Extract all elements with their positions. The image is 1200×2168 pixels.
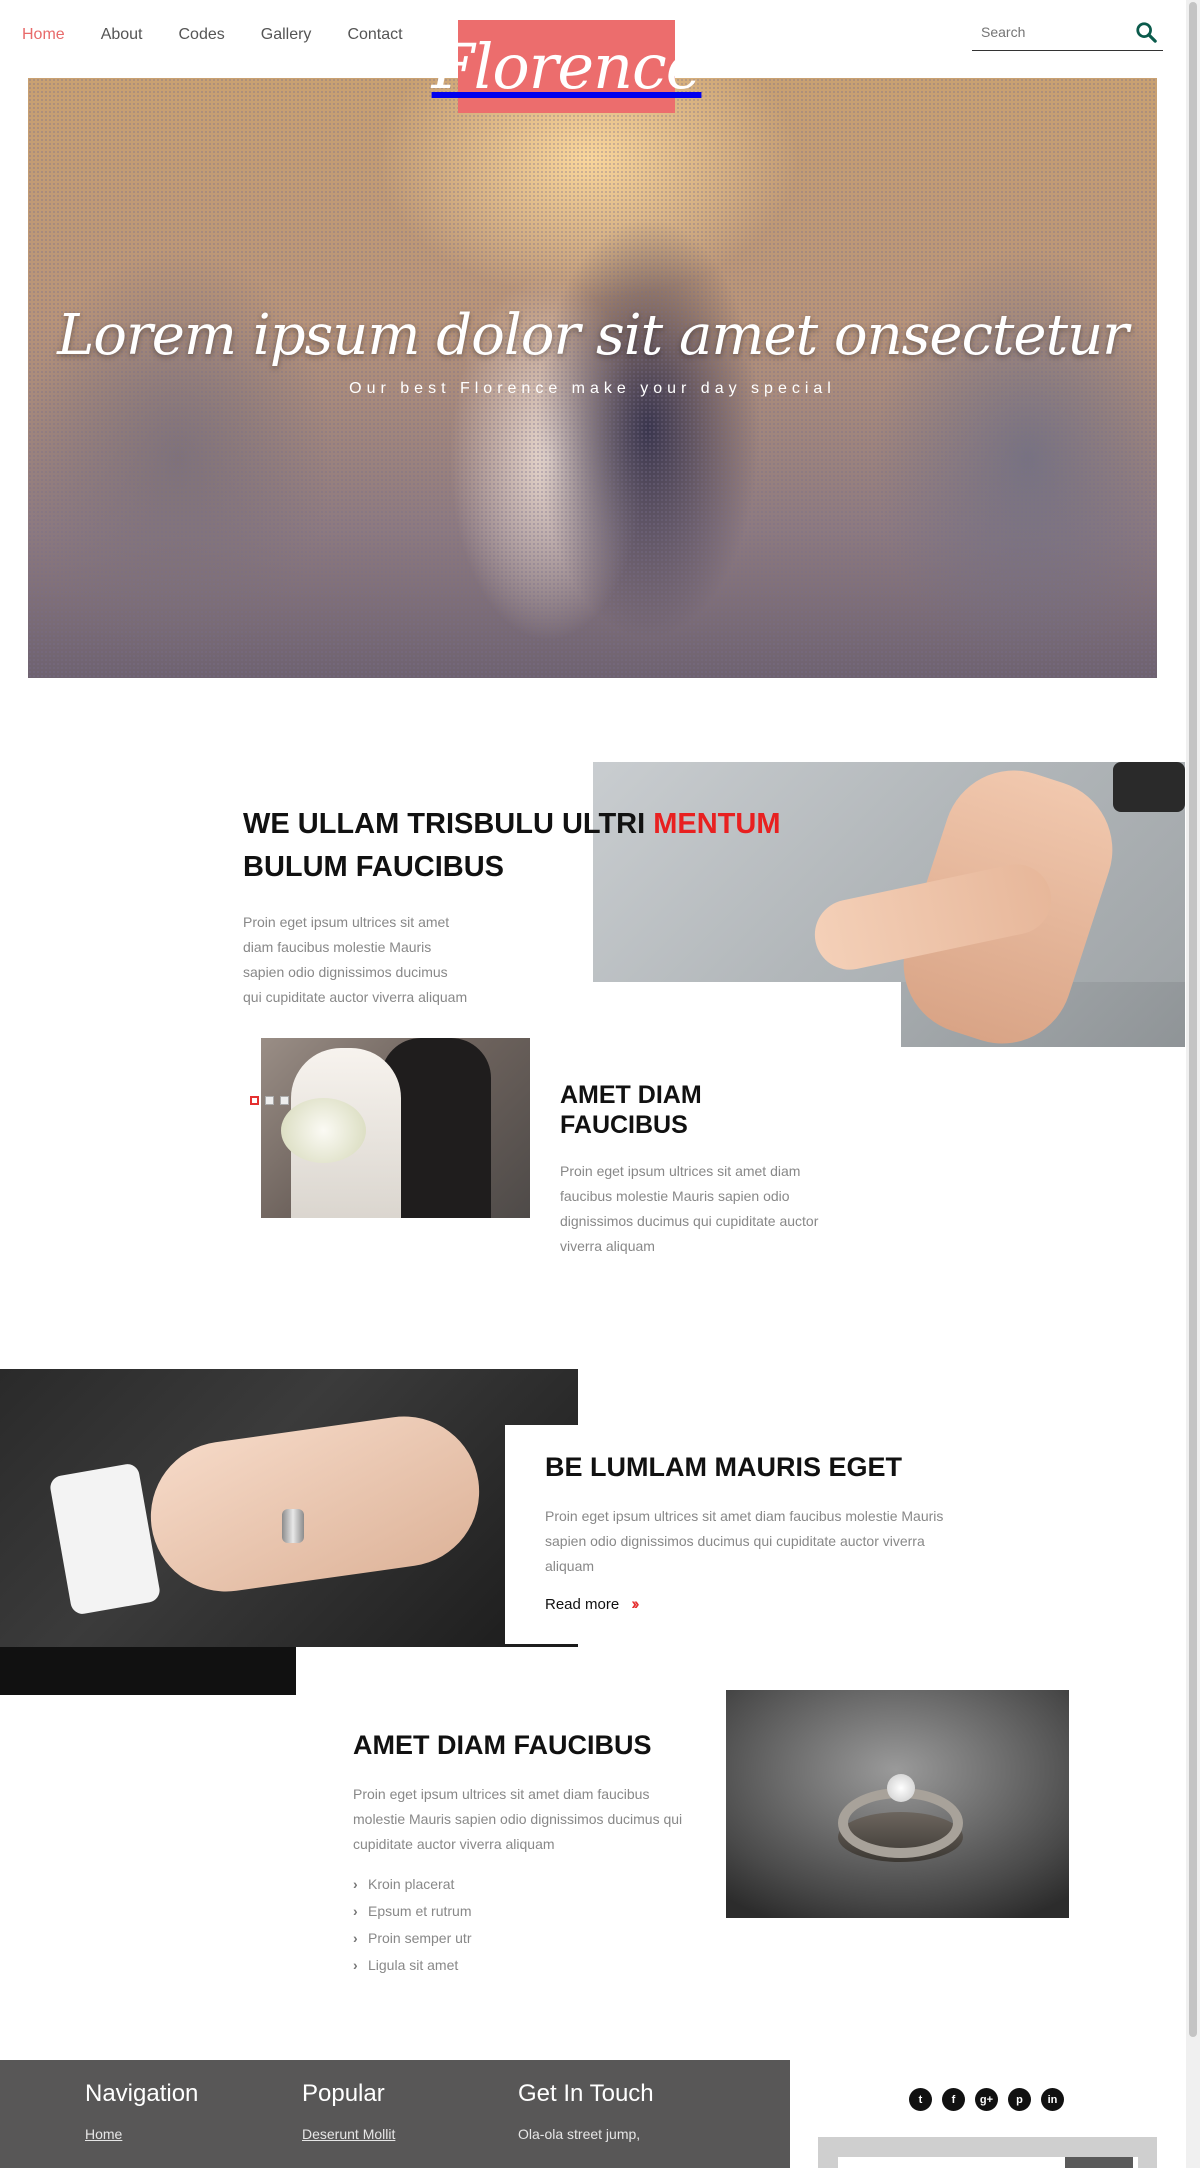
facebook-icon[interactable]: f: [942, 2088, 965, 2111]
section2-text: Proin eget ipsum ultrices sit amet diam …: [545, 1508, 944, 1574]
bride-groom-image: [261, 1038, 530, 1218]
chevron-right-icon: ›: [353, 1902, 358, 1919]
nav-contact[interactable]: Contact: [347, 26, 402, 44]
slider-dot-2[interactable]: [265, 1096, 274, 1105]
logo-text: Florence: [431, 30, 703, 103]
section3-title: AMET DIAM FAUCIBUS: [353, 1730, 652, 1760]
google-plus-icon[interactable]: g+: [975, 2088, 998, 2111]
scrollbar-thumb[interactable]: [1189, 2, 1197, 2037]
list-item: › Ligula sit amet: [353, 1956, 459, 1973]
nav-home[interactable]: Home: [22, 26, 65, 44]
section2-title: BE LUMLAM MAURIS EGET: [545, 1452, 902, 1482]
search-icon[interactable]: [1135, 21, 1157, 43]
hero-pattern-overlay: [28, 78, 1157, 678]
list-item: › Kroin placerat: [353, 1875, 455, 1892]
slider-dots: [250, 1096, 289, 1105]
twitter-icon[interactable]: t: [909, 2088, 932, 2111]
main-nav: Home About Codes Gallery Contact: [22, 26, 439, 44]
newsletter-submit-button[interactable]: [1065, 2157, 1133, 2168]
section3-text: Proin eget ipsum ultrices sit amet diam …: [353, 1786, 683, 1852]
hero-title: Lorem ipsum dolor sit amet onsectetur: [57, 303, 1129, 368]
linkedin-icon[interactable]: in: [1041, 2088, 1064, 2111]
read-more-label: Read more: [545, 1595, 620, 1613]
section1b-title: AMET DIAM FAUCIBUS: [560, 1081, 702, 1139]
search-box: [972, 18, 1163, 51]
section1-title-part1: WE ULLAM TRISBULU ULTRI: [243, 808, 654, 840]
section1-title-part2: BULUM FAUCIBUS: [243, 851, 504, 883]
double-chevron-right-icon: ››: [631, 1594, 640, 1613]
footer-popular: Popular Deserunt Mollit: [302, 2080, 395, 2148]
pinterest-icon[interactable]: p: [1008, 2088, 1031, 2111]
section1-title-highlight: MENTUM: [653, 808, 781, 840]
page-scrollbar[interactable]: [1186, 0, 1200, 2168]
nav-about[interactable]: About: [101, 26, 143, 44]
nav-gallery[interactable]: Gallery: [261, 26, 312, 44]
footer-navigation: Navigation Home: [85, 2080, 198, 2148]
chevron-right-icon: ›: [353, 1929, 358, 1946]
footer-link-popular[interactable]: Deserunt Mollit: [302, 2126, 395, 2148]
chevron-right-icon: ›: [353, 1875, 358, 1892]
social-links: t f g+ p in: [909, 2088, 1064, 2111]
list-item: › Epsum et rutrum: [353, 1902, 472, 1919]
wedding-rings-image: [726, 1690, 1069, 1918]
ring-hands-image: [0, 1369, 578, 1695]
list-item: › Proin semper utr: [353, 1929, 472, 1946]
read-more-link[interactable]: Read more ››: [545, 1594, 640, 1614]
slider-dot-3[interactable]: [280, 1096, 289, 1105]
search-input[interactable]: [972, 18, 1122, 46]
chevron-right-icon: ›: [353, 1956, 358, 1973]
section1-title: WE ULLAM TRISBULU ULTRI MENTUM BULUM FAU…: [243, 803, 803, 889]
footer-contact-heading: Get In Touch: [518, 2080, 654, 2107]
section1-text: Proin eget ipsum ultrices sit amet diam …: [243, 914, 468, 1005]
footer-address: Ola-ola street jump,: [518, 2126, 641, 2142]
footer-navigation-heading: Navigation: [85, 2080, 199, 2107]
site-logo[interactable]: Florence: [432, 20, 702, 113]
feature-list: › Kroin placerat › Epsum et rutrum › Proin …: [353, 1870, 471, 1978]
footer-popular-heading: Popular: [302, 2080, 385, 2107]
hero-subtitle: Our best Florence make your day special: [349, 380, 836, 397]
section1b-text: Proin eget ipsum ultrices sit amet diam …: [560, 1163, 819, 1254]
footer-link-home[interactable]: Home: [85, 2126, 198, 2148]
slider-dot-1[interactable]: [250, 1096, 259, 1105]
footer-contact: Get In Touch Ola-ola street jump,: [518, 2080, 654, 2148]
hero-banner: Lorem ipsum dolor sit amet onsectetur Ou…: [28, 78, 1157, 678]
nav-codes[interactable]: Codes: [179, 26, 225, 44]
